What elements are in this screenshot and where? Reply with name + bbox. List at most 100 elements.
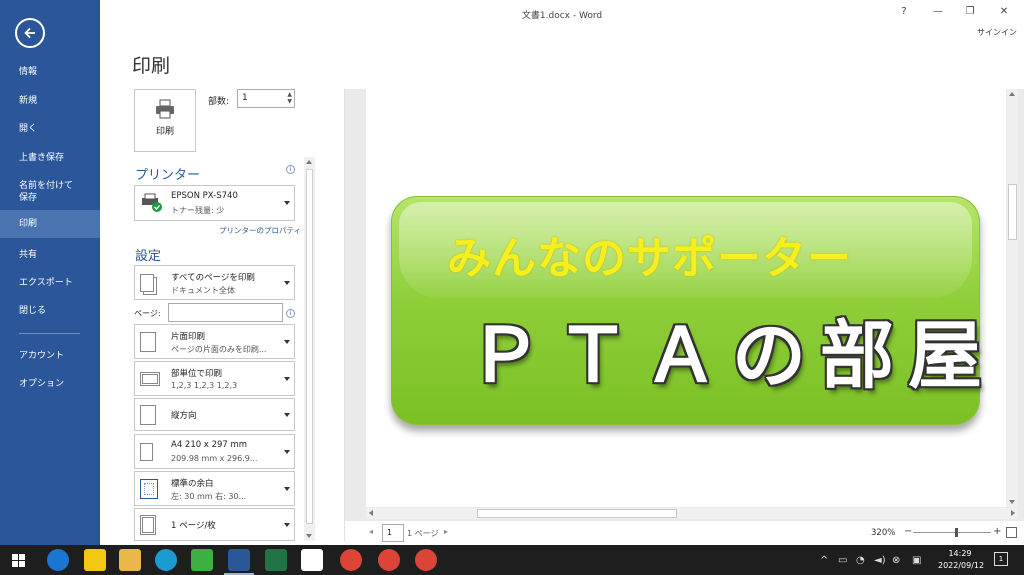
scroll-thumb[interactable] bbox=[306, 169, 313, 524]
next-page-icon[interactable]: ▸ bbox=[444, 527, 448, 536]
settings-scrollbar[interactable] bbox=[304, 157, 315, 541]
collation-select[interactable]: 部単位で印刷 1,2,3 1,2,3 1,2,3 bbox=[134, 361, 295, 396]
paper-size-icon bbox=[140, 442, 153, 461]
pages-info-icon[interactable]: i bbox=[286, 309, 295, 318]
pages-range-select[interactable]: すべてのページを印刷 ドキュメント全体 bbox=[134, 265, 295, 300]
printer-select[interactable]: EPSON PX-S740 トナー残量: 少 bbox=[134, 185, 295, 221]
scroll-thumb[interactable] bbox=[477, 509, 677, 518]
nav-info[interactable]: 情報 bbox=[0, 66, 100, 78]
nav-save[interactable]: 上書き保存 bbox=[0, 152, 100, 164]
orientation-label: 縦方向 bbox=[171, 410, 197, 421]
scroll-down-icon[interactable] bbox=[1009, 500, 1015, 504]
scroll-left-icon[interactable] bbox=[369, 510, 373, 516]
word-icon[interactable] bbox=[224, 549, 254, 575]
banner-subtitle: みんなのサポーター bbox=[447, 233, 852, 284]
preview-vertical-scrollbar[interactable] bbox=[1007, 89, 1018, 507]
tray-clock[interactable]: 14:29 2022/09/12 bbox=[938, 548, 985, 572]
print-button[interactable]: 印刷 bbox=[134, 89, 196, 152]
copies-value: 1 bbox=[242, 93, 248, 103]
chevron-down-icon bbox=[284, 449, 290, 454]
scroll-right-icon[interactable] bbox=[1011, 510, 1015, 516]
tray-expand-icon[interactable]: ^ bbox=[820, 555, 828, 566]
help-button[interactable]: ? bbox=[894, 4, 914, 20]
nav-close[interactable]: 閉じる bbox=[0, 305, 100, 317]
gmail-icon[interactable] bbox=[301, 549, 323, 571]
pages-input[interactable] bbox=[168, 303, 283, 322]
chrome-profile-icon[interactable] bbox=[378, 549, 400, 571]
nav-open[interactable]: 開く bbox=[0, 123, 100, 135]
nav-save-as-line1[interactable]: 名前を付けて bbox=[0, 180, 100, 192]
excel-icon[interactable] bbox=[265, 549, 287, 571]
sticky-notes-icon[interactable] bbox=[84, 549, 106, 571]
zoom-in-icon[interactable]: + bbox=[993, 526, 1001, 537]
one-sided-icon bbox=[140, 331, 156, 352]
back-button[interactable] bbox=[15, 18, 45, 48]
paper-size-select[interactable]: A4 210 x 297 mm 209.98 mm x 296.9... bbox=[134, 434, 295, 469]
pages-label: ページ: bbox=[134, 309, 161, 318]
pages-stack-icon bbox=[140, 273, 154, 292]
margins-select[interactable]: 標準の余白 左: 30 mm 右: 30... bbox=[134, 471, 295, 506]
zoom-slider-thumb[interactable] bbox=[955, 528, 958, 537]
nav-account[interactable]: アカウント bbox=[0, 350, 100, 362]
nav-print[interactable]: 印刷 bbox=[0, 210, 100, 238]
page-total: 1 ページ bbox=[407, 529, 439, 538]
green-app-icon[interactable] bbox=[191, 549, 213, 571]
prev-page-icon[interactable]: ◂ bbox=[369, 527, 373, 536]
nav-options[interactable]: オプション bbox=[0, 378, 100, 390]
pages-per-sheet-icon bbox=[140, 514, 156, 535]
restore-button[interactable]: ❐ bbox=[960, 4, 980, 20]
minimize-button[interactable]: — bbox=[928, 4, 948, 20]
mute-status-icon[interactable]: ⊗ bbox=[892, 555, 900, 566]
zoom-out-icon[interactable]: − bbox=[904, 526, 912, 537]
volume-icon[interactable]: ◄) bbox=[874, 555, 886, 566]
chrome-profile2-icon[interactable] bbox=[415, 549, 437, 571]
printer-status: トナー残量: 少 bbox=[171, 206, 225, 215]
battery-icon[interactable]: ▭ bbox=[838, 555, 847, 566]
notification-icon[interactable]: 1 bbox=[994, 552, 1008, 566]
zoom-slider[interactable] bbox=[913, 532, 991, 533]
collated-icon bbox=[140, 371, 160, 386]
portrait-icon bbox=[140, 404, 156, 425]
printer-info-icon[interactable]: i bbox=[286, 165, 295, 174]
spin-arrows-icon[interactable]: ▲ ▼ bbox=[287, 91, 292, 105]
chevron-down-icon bbox=[284, 201, 290, 205]
chevron-down-icon bbox=[284, 376, 290, 381]
edge-icon[interactable] bbox=[155, 549, 177, 571]
network-icon[interactable]: ◔ bbox=[856, 555, 865, 566]
nav-divider bbox=[19, 333, 80, 334]
nav-share[interactable]: 共有 bbox=[0, 249, 100, 261]
signin-link[interactable]: サインイン bbox=[977, 27, 1017, 38]
chrome-icon[interactable] bbox=[340, 549, 362, 571]
scroll-down-icon[interactable] bbox=[306, 534, 312, 538]
zoom-percent[interactable]: 320% bbox=[871, 528, 895, 538]
ime-icon[interactable]: ▣ bbox=[912, 555, 921, 566]
nav-export[interactable]: エクスポート bbox=[0, 277, 100, 289]
pages-per-sheet-label: 1 ページ/枚 bbox=[171, 520, 216, 531]
page-number-input[interactable]: 1 bbox=[382, 524, 404, 542]
nav-new[interactable]: 新規 bbox=[0, 95, 100, 107]
zoom-to-page-icon[interactable] bbox=[1006, 527, 1017, 538]
clock-time: 14:29 bbox=[948, 549, 972, 558]
ie-icon[interactable] bbox=[47, 549, 69, 571]
page-title: 印刷 bbox=[132, 55, 171, 77]
scroll-up-icon[interactable] bbox=[306, 160, 312, 164]
copies-label: 部数: bbox=[208, 97, 230, 107]
chevron-down-icon bbox=[284, 280, 290, 285]
clock-date: 2022/09/12 bbox=[938, 561, 985, 570]
copies-stepper[interactable]: 1 ▲ ▼ bbox=[237, 89, 295, 108]
scroll-up-icon[interactable] bbox=[1009, 92, 1015, 96]
sides-select[interactable]: 片面印刷 ページの片面のみを印刷... bbox=[134, 324, 295, 359]
paper-size-desc: 209.98 mm x 296.9... bbox=[171, 454, 258, 463]
back-arrow-icon bbox=[24, 27, 35, 39]
pages-per-sheet-select[interactable]: 1 ページ/枚 bbox=[134, 508, 295, 541]
collation-label: 部単位で印刷 bbox=[171, 369, 223, 379]
scroll-thumb[interactable] bbox=[1008, 184, 1017, 240]
printer-properties-link[interactable]: プリンターのプロパティ bbox=[219, 225, 301, 236]
nav-save-as-line2[interactable]: 保存 bbox=[0, 192, 100, 204]
file-explorer-icon[interactable] bbox=[119, 549, 141, 571]
word-backstage-print: 情報 新規 開く 上書き保存 名前を付けて 保存 印刷 共有 エクスポート 閉じ… bbox=[0, 0, 1024, 575]
close-button[interactable]: ✕ bbox=[994, 4, 1014, 20]
orientation-select[interactable]: 縦方向 bbox=[134, 398, 295, 431]
preview-horizontal-scrollbar[interactable] bbox=[366, 508, 1018, 519]
windows-start-icon[interactable] bbox=[12, 554, 25, 567]
